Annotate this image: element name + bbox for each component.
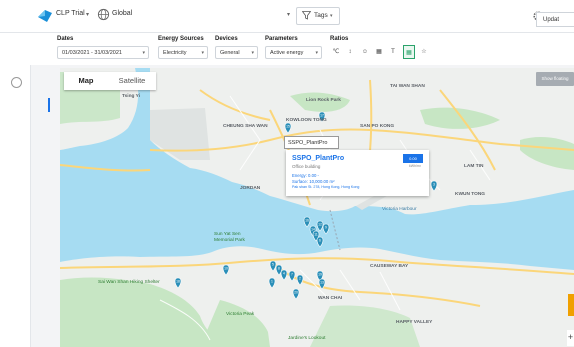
map-tab-map[interactable]: Map (64, 72, 108, 90)
site-pin-label: 18 (176, 280, 180, 284)
globe-icon (97, 8, 110, 21)
site-card-surface: Surface: 10,000.00 m² (292, 179, 335, 184)
energy-sources-label: Energy Sources (158, 36, 204, 42)
map-label-lam-tin: LAM TIN (464, 164, 484, 169)
left-sidebar (0, 33, 31, 347)
map-label-cheung-sha-wan: CHEUNG SHA WAN (223, 124, 268, 129)
parameters-value: Active energy (270, 50, 304, 56)
site-pin-label: 16 (305, 219, 309, 223)
site-pin-label: 3 (433, 183, 435, 187)
ratios-label: Ratios (330, 36, 349, 42)
chevron-down-icon: ▾ (142, 50, 145, 56)
map-label-victoria-harbour: Victoria Harbour (382, 207, 417, 212)
map-type-toggle: Map Satellite (64, 72, 156, 90)
site-tooltip: SSPO_PlantPro (284, 136, 339, 149)
region-selector[interactable]: Global (112, 10, 132, 17)
map-label-kwun-tong: KWUN TONG (455, 192, 486, 197)
site-pin-label: 1 (271, 280, 273, 284)
site-pin-label: 14 (311, 228, 315, 232)
zoom-in-button[interactable]: + (567, 330, 574, 346)
site-card-kpi-unit: kWh/m² (408, 164, 421, 168)
map-label-jordan: JORDAN (240, 186, 261, 191)
site-info-card[interactable]: SSPO_PlantPro Office building Energy: 0.… (286, 150, 429, 196)
site-pin-label: 11 (314, 233, 318, 237)
site-pin-label: 15 (286, 125, 290, 129)
map-label-kowloon-tong: KOWLOON TONG (286, 118, 327, 123)
devices-value: General (220, 50, 240, 56)
map-label-sun-yat-sen: Sun Yat Sen Memorial Park (214, 232, 245, 243)
energy-sources-value: Electricity (163, 50, 187, 56)
ratio-grid-icon[interactable]: ▦ (403, 45, 415, 59)
map-label-lion-rock: Lion Rock Park (306, 98, 341, 103)
filter-icon (302, 11, 311, 20)
map-label-jardines-lookout: Jardine's Lookout (288, 336, 326, 341)
show-floating-button[interactable]: Show floating (536, 72, 574, 86)
devices-label: Devices (215, 36, 238, 42)
ratio-temperature-icon[interactable]: ℃ (330, 45, 342, 59)
dates-label: Dates (57, 36, 74, 42)
chevron-down-icon: ▾ (315, 50, 318, 56)
site-pin-label: 2 (299, 277, 301, 281)
site-pin-label: 10 (224, 267, 228, 271)
site-pin-label: 12 (318, 223, 322, 227)
street-view-pegman-icon[interactable] (568, 294, 574, 316)
ratio-star-icon[interactable]: ☆ (418, 45, 430, 59)
site-card-subtitle: Office building (292, 164, 321, 169)
site-card-address: Pak shan St. 278, Hong Kong, Hong Kong (292, 185, 360, 189)
dates-value: 01/03/2021 - 31/03/2021 (62, 50, 122, 56)
parameters-label: Parameters (265, 36, 298, 42)
site-pin-label: 9 (325, 226, 327, 230)
chevron-down-icon: ▾ (330, 13, 333, 19)
map-label-tai-wan-shan: TAI WAN SHAN (390, 84, 425, 89)
site-pin-label: 4 (283, 272, 285, 276)
site-card-title[interactable]: SSPO_PlantPro (292, 155, 344, 162)
chevron-down-icon[interactable]: ▾ (287, 11, 290, 18)
app-logo-icon[interactable] (36, 7, 54, 25)
update-button[interactable]: Updat (536, 12, 574, 27)
map-label-causeway-bay: CAUSEWAY BAY (370, 264, 409, 269)
chevron-down-icon: ▾ (201, 50, 204, 56)
map-label-tsing-yi: Tsing Yi (122, 94, 141, 99)
ratio-text-icon[interactable]: T (387, 45, 399, 59)
sidebar-active-indicator (48, 98, 50, 112)
tags-filter-button[interactable]: Tags ▾ (296, 7, 340, 25)
chevron-down-icon[interactable]: ▾ (86, 11, 89, 18)
map-label-san-po-kong: SAN PO KONG (360, 124, 395, 129)
site-card-kpi-badge: 0.00 (403, 154, 423, 163)
ratio-people-icon[interactable]: ☺ (359, 45, 371, 59)
dates-range-select[interactable]: 01/03/2021 - 31/03/2021 ▾ (57, 46, 149, 59)
site-card-energy: Energy: 0.00 - (292, 173, 319, 178)
map-tab-satellite[interactable]: Satellite (108, 72, 156, 90)
map-label-happy-valley: HAPPY VALLEY (396, 320, 433, 325)
devices-select[interactable]: General ▾ (215, 46, 258, 59)
map-canvas[interactable]: 15173161412119610584 72119132018 (60, 68, 574, 347)
chevron-down-icon: ▾ (251, 50, 254, 56)
ratio-thermometer-icon[interactable]: ↕ (344, 45, 356, 59)
site-pin-label: 5 (272, 263, 274, 267)
site-pin-label: 8 (278, 267, 280, 271)
map-view[interactable]: 15 17 3 16 14 12 11 9 6 10 5 8 4 7 2 1 19 13 20 18 Tsing Yi… (60, 68, 574, 347)
map-label-wan-chai: WAN CHAI (318, 296, 343, 301)
map-label-sai-wan-shan: Sai Wan Shan Hiking Shelter (98, 280, 160, 285)
site-pin-label: 17 (320, 114, 324, 118)
filters-bar: Dates 01/03/2021 - 31/03/2021 ▾ Energy So… (30, 33, 574, 65)
site-pin-label: 20 (294, 291, 298, 295)
parameters-select[interactable]: Active energy ▾ (265, 46, 322, 59)
ratio-occupancy-icon[interactable]: ▦ (373, 45, 385, 59)
tags-label: Tags (314, 12, 328, 19)
site-pin-label: 7 (291, 273, 293, 277)
site-pin-label: 6 (319, 239, 321, 243)
map-label-victoria-peak: Victoria Peak (226, 312, 255, 317)
site-pin-label: 13 (320, 281, 324, 285)
energy-sources-select[interactable]: Electricity ▾ (158, 46, 208, 59)
add-widget-icon[interactable] (11, 77, 22, 88)
site-pin-label: 19 (318, 273, 322, 277)
tenant-selector[interactable]: CLP Trial (56, 10, 85, 17)
top-bar: CLP Trial ▾ Global ▾ Tags ▾ (0, 0, 574, 33)
